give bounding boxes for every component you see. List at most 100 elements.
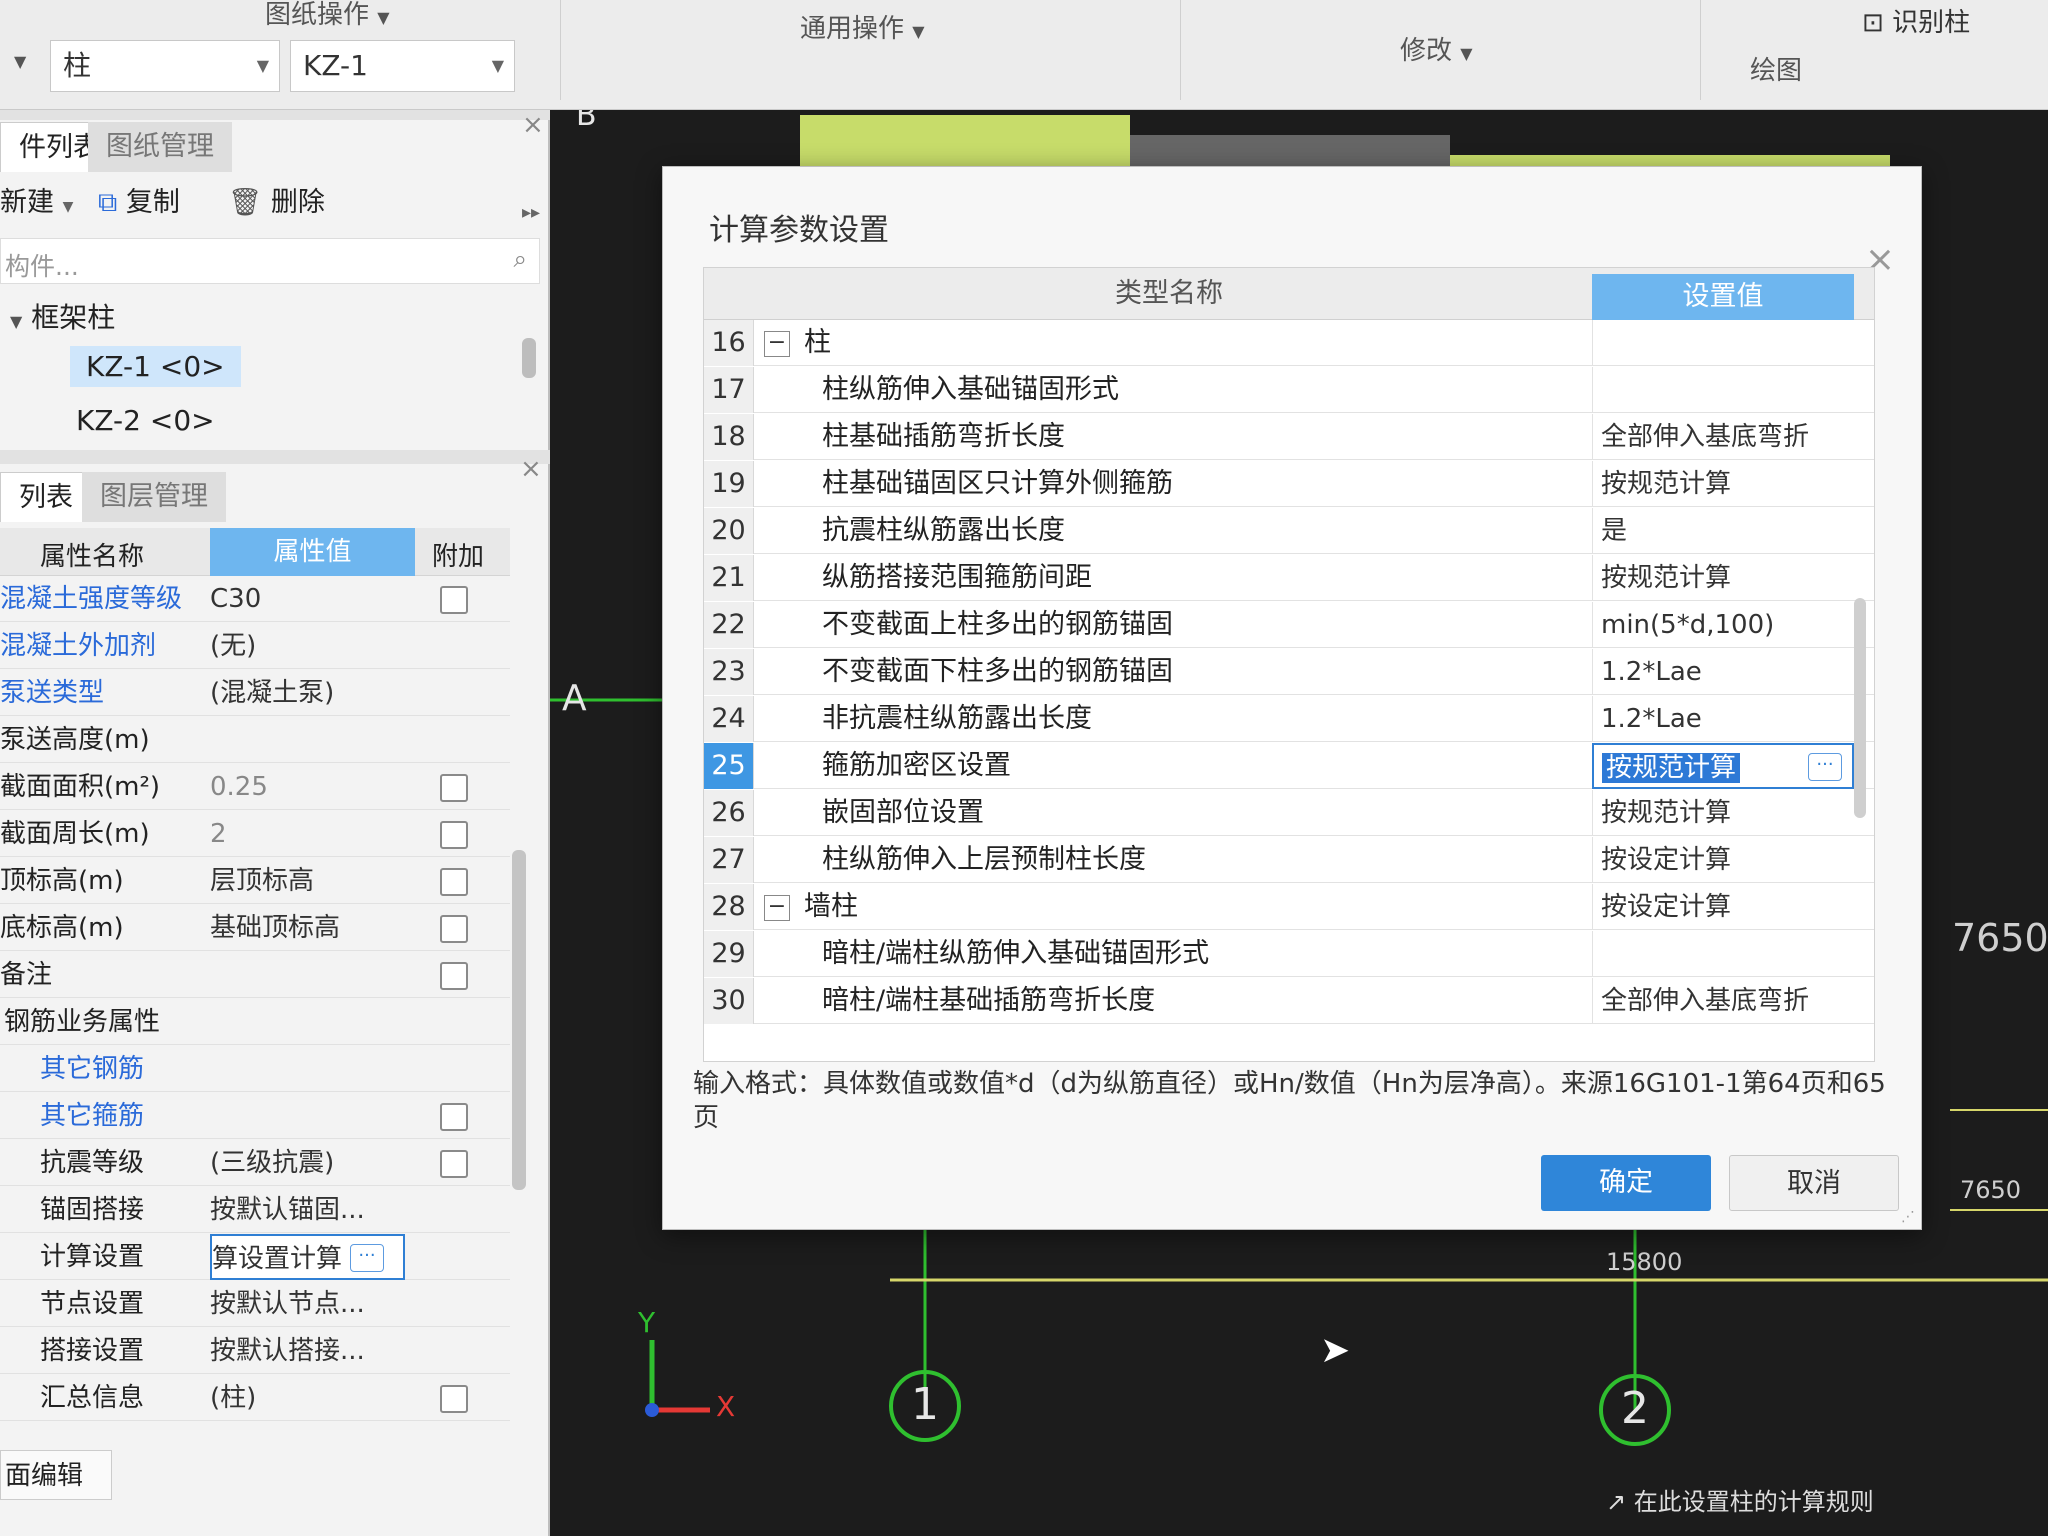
ok-button[interactable]: 确定 (1541, 1155, 1711, 1211)
ellipsis-icon[interactable]: ··· (350, 1244, 384, 1272)
tree-item-kz2[interactable]: KZ-2 <0> (76, 404, 215, 437)
property-value[interactable]: C30 (210, 576, 405, 622)
property-row[interactable]: 截面周长(m) 2 (0, 811, 510, 857)
component-name-select[interactable]: KZ-1 ▼ (290, 40, 515, 92)
property-row[interactable]: 混凝土强度等级 C30 (0, 576, 510, 622)
resize-grip-icon[interactable]: ⋰ (1901, 1209, 1915, 1225)
param-value[interactable]: 全部伸入基底弯折 (1592, 978, 1854, 1024)
property-value[interactable] (210, 1046, 405, 1092)
toolbar-group-drawing-ops[interactable]: 图纸操作 ▼ (265, 0, 390, 31)
params-row[interactable]: 29 暗柱/端柱纵筋伸入基础锚固形式 (704, 931, 1874, 977)
property-row[interactable]: 泵送高度(m) (0, 717, 510, 763)
property-value[interactable] (210, 1093, 405, 1139)
property-value[interactable] (210, 999, 405, 1045)
property-value[interactable] (210, 717, 405, 763)
component-type-select[interactable]: 柱 ▼ (50, 40, 280, 92)
property-row[interactable]: 混凝土外加剂 (无) (0, 623, 510, 669)
copy-button[interactable]: ⧉ 复制 (98, 180, 180, 219)
property-value[interactable]: (柱) (210, 1375, 405, 1421)
extra-checkbox[interactable] (440, 821, 468, 849)
extra-checkbox[interactable] (440, 962, 468, 990)
extra-checkbox[interactable] (440, 1103, 468, 1131)
property-row[interactable]: 顶标高(m) 层顶标高 (0, 858, 510, 904)
ellipsis-icon[interactable]: ··· (1808, 753, 1842, 781)
params-row[interactable]: 30 暗柱/端柱基础插筋弯折长度 全部伸入基底弯折 (704, 978, 1874, 1024)
property-row[interactable]: 备注 (0, 952, 510, 998)
property-row[interactable]: 搭接设置 按默认搭接... (0, 1328, 510, 1374)
property-value[interactable]: 按默认节点... (210, 1281, 405, 1327)
tree-item-kz1[interactable]: KZ-1 <0> (70, 346, 241, 387)
param-value[interactable]: 全部伸入基底弯折 (1592, 414, 1854, 460)
property-row[interactable]: 锚固搭接 按默认锚固... (0, 1187, 510, 1233)
component-search-input[interactable]: 构件... ⌕ (0, 238, 540, 284)
identify-column-button[interactable]: ⊡ 识别柱 (1862, 2, 1970, 39)
extra-checkbox[interactable] (440, 1385, 468, 1413)
params-group-row[interactable]: 28− 墙柱 按设定计算 (704, 884, 1874, 930)
property-row[interactable]: 泵送类型 (混凝土泵) (0, 670, 510, 716)
param-value[interactable]: 1.2*Lae (1592, 696, 1854, 742)
close-icon[interactable]: × (520, 454, 542, 484)
params-row[interactable]: 26 嵌固部位设置 按规范计算 (704, 790, 1874, 836)
delete-button[interactable]: 🗑 删除 (228, 180, 325, 219)
panel-splitter[interactable] (0, 450, 550, 464)
collapse-icon[interactable]: − (764, 331, 790, 357)
toolbar-group-modify[interactable]: 修改 ▼ (1400, 30, 1473, 67)
property-row[interactable]: 计算设置 算设置计算 ··· (0, 1234, 510, 1280)
new-button[interactable]: 新建 ▼ (0, 180, 73, 219)
params-row[interactable]: 19 柱基础锚固区只计算外侧箍筋 按规范计算 (704, 461, 1874, 507)
param-value[interactable]: 按规范计算 (1592, 461, 1854, 507)
param-value[interactable]: 按规范计算 (1592, 790, 1854, 836)
extra-checkbox[interactable] (440, 774, 468, 802)
extra-checkbox[interactable] (440, 586, 468, 614)
param-value[interactable]: min(5*d,100) (1592, 602, 1854, 648)
property-value[interactable]: (混凝土泵) (210, 670, 405, 716)
params-row[interactable]: 18 柱基础插筋弯折长度 全部伸入基底弯折 (704, 414, 1874, 460)
extra-checkbox[interactable] (440, 1150, 468, 1178)
property-value[interactable]: (三级抗震) (210, 1140, 405, 1186)
property-row[interactable]: 其它钢筋 (0, 1046, 510, 1092)
param-value[interactable]: 按设定计算 (1592, 837, 1854, 883)
property-value[interactable]: 按默认搭接... (210, 1328, 405, 1374)
property-row[interactable]: 底标高(m) 基础顶标高 (0, 905, 510, 951)
params-row[interactable]: 27 柱纵筋伸入上层预制柱长度 按设定计算 (704, 837, 1874, 883)
property-value[interactable]: 2 (210, 811, 405, 857)
params-group-row[interactable]: 16− 柱 (704, 320, 1874, 366)
property-row[interactable]: 节点设置 按默认节点... (0, 1281, 510, 1327)
param-value[interactable]: 按设定计算 (1592, 884, 1854, 930)
property-row[interactable]: 抗震等级 (三级抗震) (0, 1140, 510, 1186)
search-icon[interactable]: ⌕ (514, 245, 527, 273)
param-value[interactable] (1592, 931, 1854, 977)
param-value[interactable] (1592, 320, 1854, 366)
params-row[interactable]: 22 不变截面上柱多出的钢筋锚固 min(5*d,100) (704, 602, 1874, 648)
property-value[interactable]: 层顶标高 (210, 858, 405, 904)
param-value[interactable]: 按规范计算 ··· (1592, 743, 1854, 789)
params-row[interactable]: 24 非抗震柱纵筋露出长度 1.2*Lae (704, 696, 1874, 742)
property-value[interactable]: 基础顶标高 (210, 905, 405, 951)
property-value[interactable]: 0.25 (210, 764, 405, 810)
extra-checkbox[interactable] (440, 868, 468, 896)
tab-layer-management[interactable]: 图层管理 (82, 472, 226, 522)
property-row[interactable]: 汇总信息 (柱) (0, 1375, 510, 1421)
face-edit-button[interactable]: 面编辑 (0, 1450, 112, 1500)
tab-property-list[interactable]: 列表 (0, 472, 92, 522)
more-icon[interactable]: ▸▸ (522, 202, 540, 223)
param-value[interactable]: 是 (1592, 508, 1854, 554)
scrollbar-thumb[interactable] (1854, 598, 1866, 818)
scrollbar-thumb[interactable] (522, 338, 536, 378)
toolbar-group-common-ops[interactable]: 通用操作 ▼ (800, 8, 925, 45)
param-value[interactable]: 按规范计算 (1592, 555, 1854, 601)
cancel-button[interactable]: 取消 (1729, 1155, 1899, 1211)
tree-group-frame-column[interactable]: ▼ 框架柱 (10, 296, 115, 336)
params-row[interactable]: 23 不变截面下柱多出的钢筋锚固 1.2*Lae (704, 649, 1874, 695)
property-row[interactable]: 钢筋业务属性 (0, 999, 510, 1045)
param-value[interactable]: 1.2*Lae (1592, 649, 1854, 695)
param-value[interactable] (1592, 367, 1854, 413)
property-row[interactable]: 其它箍筋 (0, 1093, 510, 1139)
chevron-down-icon[interactable]: ▼ (14, 52, 26, 71)
params-row[interactable]: 21 纵筋搭接范围箍筋间距 按规范计算 (704, 555, 1874, 601)
params-row[interactable]: 25 箍筋加密区设置 按规范计算 ··· (704, 743, 1874, 789)
property-value[interactable]: (无) (210, 623, 405, 669)
tab-drawing-management[interactable]: 图纸管理 (88, 122, 232, 172)
params-row[interactable]: 17 柱纵筋伸入基础锚固形式 (704, 367, 1874, 413)
extra-checkbox[interactable] (440, 915, 468, 943)
